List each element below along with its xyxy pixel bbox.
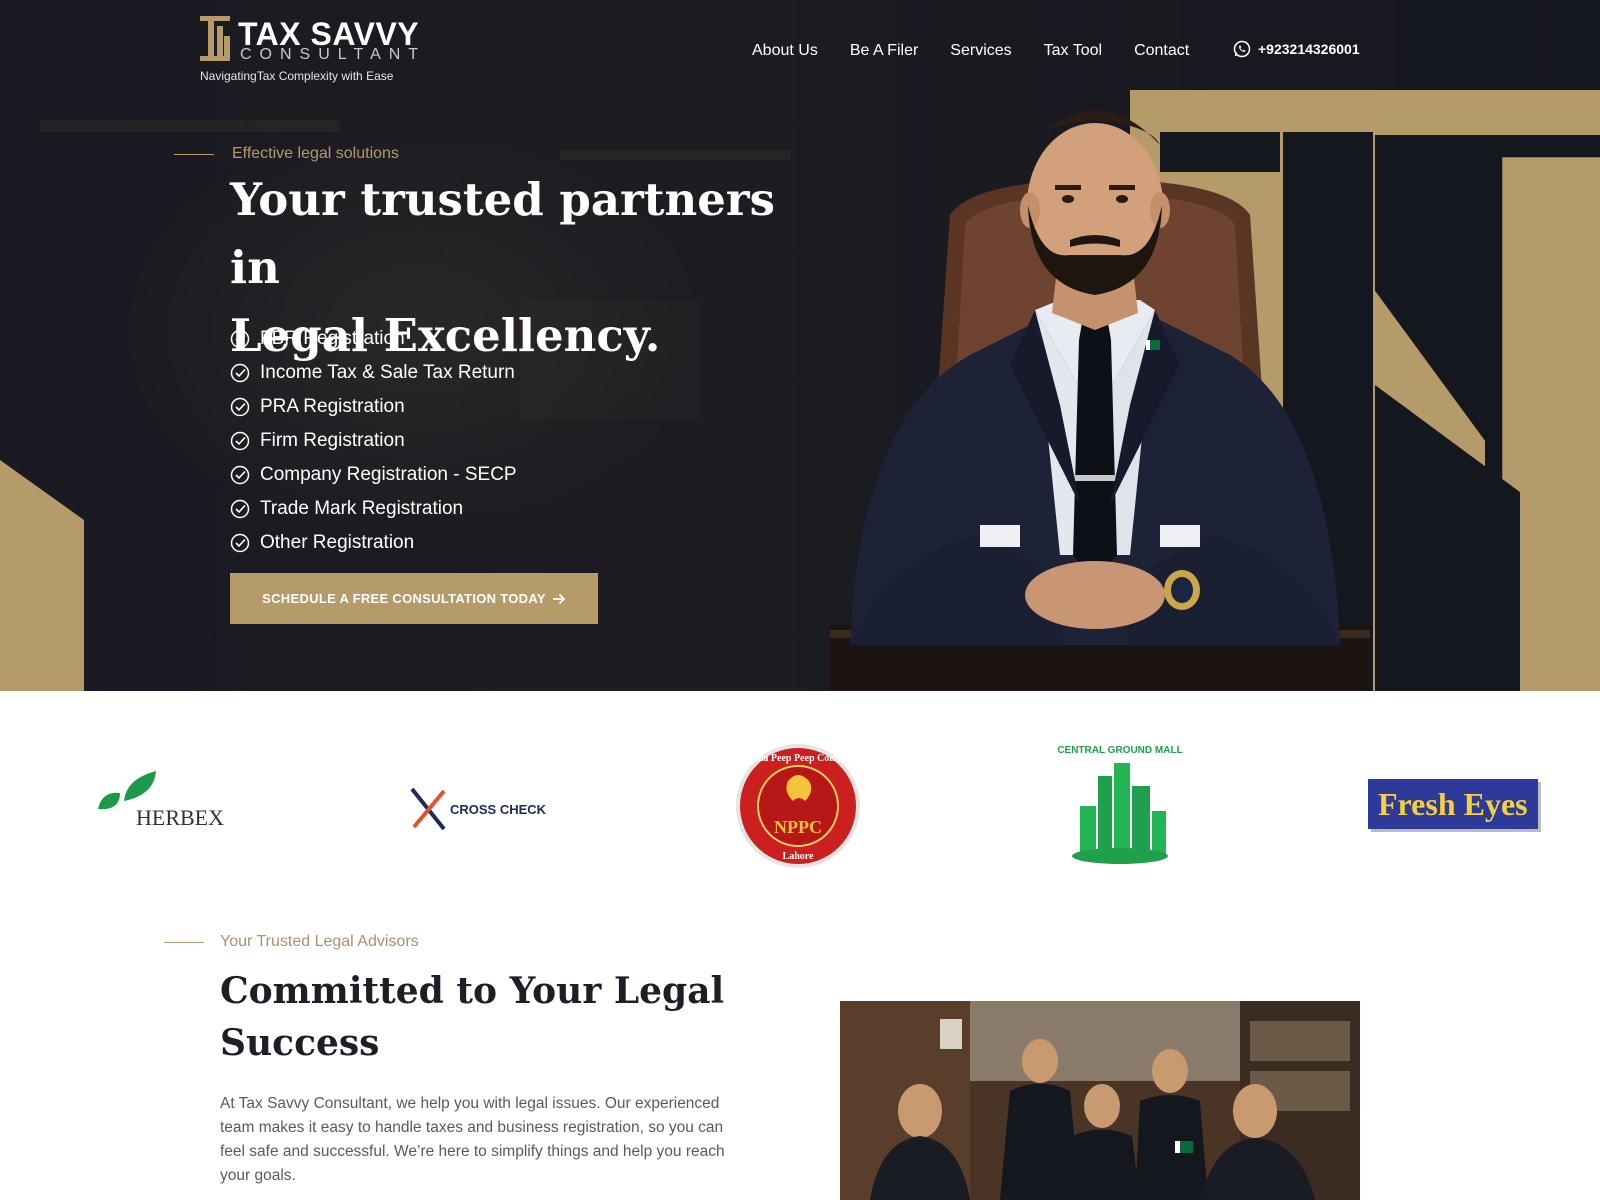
check-circle-icon: [230, 465, 250, 485]
nppc-seal-icon: NPPC Nabiha Peep Peep Company Lahore: [736, 744, 860, 868]
whatsapp-icon: [1233, 40, 1251, 58]
nppc-ring-text: Nabiha Peep Peep Company: [737, 753, 858, 764]
nav-services[interactable]: Services: [950, 40, 1011, 62]
client-logos: HERBEX CROSS CHECK NPPC Nabiha Peep Peep…: [0, 691, 1600, 891]
about-eyebrow: Your Trusted Legal Advisors: [164, 933, 419, 951]
about-paragraph: At Tax Savvy Consultant, we help you wit…: [220, 1095, 725, 1184]
check-circle-icon: [230, 363, 250, 383]
check-circle-icon: [230, 329, 250, 349]
about-eyebrow-text: Your Trusted Legal Advisors: [220, 933, 419, 950]
main-nav: About Us Be A Filer Services Tax Tool Co…: [752, 40, 1221, 62]
about-title: Committed to Your Legal Success: [220, 970, 725, 1064]
check-circle-icon: [230, 397, 250, 417]
service-item: Company Registration - SECP: [230, 458, 517, 492]
herbex-name: HERBEX: [136, 805, 224, 830]
crosscheck-name: CROSS CHECK: [450, 802, 546, 817]
check-circle-icon: [230, 499, 250, 519]
client-logo-crosscheck: CROSS CHECK: [410, 787, 546, 831]
service-label: Other Registration: [260, 532, 415, 553]
services-list: FBR Registration Income Tax & Sale Tax R…: [230, 322, 517, 560]
service-item: Income Tax & Sale Tax Return: [230, 356, 517, 390]
nav-contact[interactable]: Contact: [1134, 40, 1189, 62]
service-label: PRA Registration: [260, 396, 405, 417]
nav-about-us[interactable]: About Us: [752, 40, 818, 62]
crosscheck-logo-icon: [410, 787, 446, 831]
cta-label: SCHEDULE A FREE CONSULTATION TODAY: [262, 591, 546, 606]
fresh-eyes-name: Fresh Eyes: [1378, 786, 1528, 822]
service-label: Trade Mark Registration: [260, 498, 464, 519]
phone-number: +923214326001: [1258, 41, 1360, 57]
central-mall-text: CENTRAL GROUND MALL: [1057, 745, 1182, 756]
hero-eyebrow: Effective legal solutions: [174, 145, 399, 163]
service-item: Firm Registration: [230, 424, 517, 458]
service-label: Company Registration - SECP: [260, 464, 517, 485]
nav-be-a-filer[interactable]: Be A Filer: [850, 40, 918, 62]
bookshelf-decor: [40, 120, 340, 132]
logo-monogram-icon: [200, 16, 230, 61]
schedule-consultation-button[interactable]: SCHEDULE A FREE CONSULTATION TODAY: [230, 573, 598, 624]
client-logo-fresh-eyes: Fresh Eyes: [1368, 779, 1538, 829]
central-mall-logo-icon: CENTRAL GROUND MALL: [1057, 745, 1183, 864]
bookshelf-decor: [560, 150, 790, 160]
service-item: FBR Registration: [230, 322, 517, 356]
service-label: Firm Registration: [260, 430, 405, 451]
crosscheck-label: CROSS CHECK: [450, 801, 547, 817]
nav-tax-tool[interactable]: Tax Tool: [1044, 40, 1102, 62]
service-label: FBR Registration: [260, 328, 405, 349]
eyebrow-line: [164, 941, 204, 943]
service-item: Trade Mark Registration: [230, 492, 517, 526]
whatsapp-contact[interactable]: +923214326001: [1233, 40, 1360, 58]
eyebrow-line: [174, 153, 214, 155]
hero-title-line1: Your trusted partners in: [230, 173, 775, 294]
check-circle-icon: [230, 533, 250, 553]
hero-eyebrow-text: Effective legal solutions: [232, 145, 399, 162]
arrow-right-icon: [552, 593, 566, 604]
logo-tagline: NavigatingTax Complexity with Ease: [200, 69, 394, 83]
nppc-seal-text: NPPC: [774, 817, 822, 837]
client-logo-herbex: HERBEX: [94, 771, 234, 831]
check-circle-icon: [230, 431, 250, 451]
nppc-city-text: Lahore: [783, 851, 814, 862]
fresh-eyes-badge: Fresh Eyes: [1368, 779, 1538, 829]
client-logo-central-ground-mall: CENTRAL GROUND MALL: [1050, 731, 1190, 871]
service-item: Other Registration: [230, 526, 517, 560]
service-item: PRA Registration: [230, 390, 517, 424]
team-photo: [840, 1001, 1360, 1200]
service-label: Income Tax & Sale Tax Return: [260, 362, 515, 383]
hero-section: TAX SAVVY CONSULTANT NavigatingTax Compl…: [0, 0, 1600, 691]
site-logo[interactable]: TAX SAVVY CONSULTANT NavigatingTax Compl…: [200, 16, 430, 88]
consultant-portrait: [830, 110, 1370, 691]
logo-subtitle: CONSULTANT: [240, 46, 427, 63]
client-logo-nppc: NPPC Nabiha Peep Peep Company Lahore: [733, 741, 863, 871]
